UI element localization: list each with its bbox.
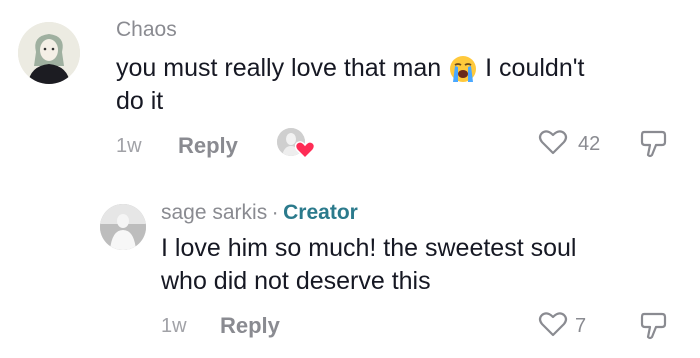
- avatar[interactable]: [18, 22, 80, 84]
- reply-button[interactable]: Reply: [178, 133, 238, 159]
- reply-button[interactable]: Reply: [220, 313, 280, 339]
- dislike-icon[interactable]: [638, 310, 670, 342]
- dislike-icon[interactable]: [638, 128, 670, 160]
- reply-text-line2: who did not deserve this: [161, 267, 431, 295]
- avatar-photo-icon: [100, 204, 146, 250]
- like-heart-icon[interactable]: [538, 310, 568, 338]
- comment-text: you must really love that man I couldn't…: [116, 52, 676, 118]
- reply-text: I love him so much! the sweetest soul wh…: [161, 232, 681, 298]
- reply-age: 1w: [161, 315, 187, 337]
- like-count: 7: [575, 315, 587, 337]
- comment-text-part2: I couldn't: [485, 54, 585, 82]
- avatar-illustration-icon: [18, 22, 80, 84]
- creator-liked-indicator: [277, 128, 317, 162]
- comment-text-line2: do it: [116, 87, 164, 115]
- heart-icon: [295, 141, 315, 159]
- like-count: 42: [578, 133, 601, 155]
- like-heart-icon[interactable]: [538, 128, 568, 156]
- creator-badge: Creator: [283, 201, 358, 224]
- loudly-crying-face-icon: [449, 55, 477, 83]
- comment-age: 1w: [116, 135, 142, 157]
- avatar[interactable]: [100, 204, 146, 250]
- comment-username[interactable]: Chaos: [116, 18, 177, 42]
- reply-header: sage sarkis · Creator: [161, 201, 358, 225]
- comment-text-part1: you must really love that man: [116, 54, 442, 82]
- reply-username[interactable]: sage sarkis: [161, 201, 267, 224]
- reply-text-line1: I love him so much! the sweetest soul: [161, 234, 577, 262]
- separator-dot: ·: [271, 201, 279, 224]
